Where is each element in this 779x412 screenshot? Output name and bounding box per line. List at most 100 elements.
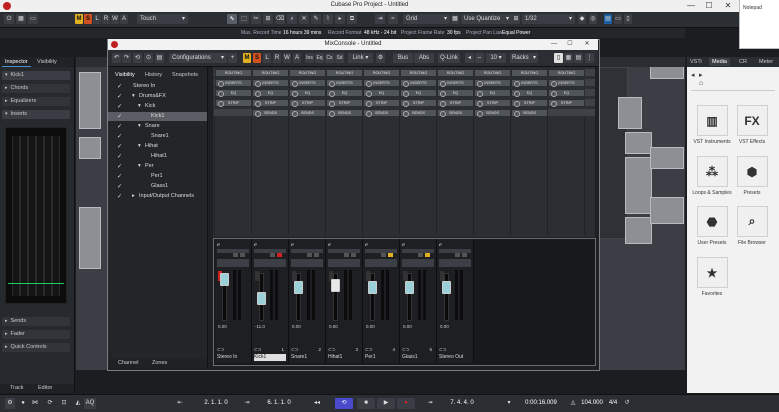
visibility-item[interactable]: ✓ ▸ Input/Output Channels <box>108 192 207 201</box>
rack-slot[interactable]: SENDS <box>363 109 400 117</box>
fader-track[interactable] <box>444 273 449 321</box>
snap-toggle-icon[interactable]: ⇥ <box>375 14 385 24</box>
phase-icon[interactable]: ℯ <box>217 242 249 248</box>
rack-slot[interactable]: INSERTS <box>252 79 289 87</box>
rack-slot[interactable]: SENDS <box>400 109 437 117</box>
maximize-button[interactable]: ☐ <box>701 0 717 12</box>
cs-filter-icon[interactable]: Cs <box>325 53 334 63</box>
media-item-user-presets[interactable]: ⬣ User Presets <box>690 206 734 246</box>
chevron-down-icon[interactable]: ▾ <box>138 102 141 111</box>
activate-automation-button[interactable]: A <box>120 14 128 24</box>
rack-slot[interactable]: INSERTS <box>437 79 474 87</box>
phase-icon[interactable]: ℯ <box>254 242 286 248</box>
add-configuration-icon[interactable]: + <box>228 53 237 63</box>
left-zone-toggle-icon[interactable]: ▯ <box>554 53 563 63</box>
audio-event[interactable] <box>79 207 101 269</box>
channel-name[interactable]: Glass1 <box>402 354 434 361</box>
media-item-loops-samples[interactable]: ⁂ Loops & Samples <box>690 156 734 196</box>
rack-slot[interactable]: INSERTS <box>326 79 363 87</box>
visibility-checkbox[interactable]: ✓ <box>117 153 122 162</box>
channel-strip[interactable]: ℯ 0.00 ⊂⊃ Stereo In <box>215 239 252 363</box>
rack-power-icon[interactable] <box>329 81 335 87</box>
window-layout-icon[interactable]: ▦ <box>16 14 26 24</box>
phase-icon[interactable]: ℯ <box>439 242 471 248</box>
rack-slot[interactable]: EQ <box>252 89 289 97</box>
channel-strip[interactable]: ℯ -11.0 ⊂⊃ 1 Kick1 <box>252 239 289 363</box>
rack-power-icon[interactable] <box>255 101 261 107</box>
audio-connections-icon[interactable]: ◎ <box>589 14 597 24</box>
rack-power-icon[interactable] <box>366 81 372 87</box>
rack-slot[interactable]: STRIP <box>511 99 548 107</box>
visibility-item[interactable]: ✓ Stereo In <box>108 82 207 91</box>
meter-bridge-icon[interactable]: ▦ <box>564 53 573 63</box>
link-button[interactable]: Link ▾ <box>348 53 373 63</box>
inspector-section-chords[interactable]: ▸ Chords <box>2 84 70 93</box>
rack-slot[interactable]: STRIP <box>252 99 289 107</box>
solo-button[interactable] <box>425 253 430 257</box>
left-locator-display[interactable]: 2. 1. 1. 0 <box>195 398 237 409</box>
audio-event[interactable] <box>625 132 652 154</box>
fader-handle[interactable] <box>368 281 377 295</box>
visibility-item[interactable]: ✓ Per1 <box>108 172 207 181</box>
rack-power-icon[interactable] <box>218 91 224 97</box>
prev-channel-icon[interactable]: ◂ <box>465 53 474 63</box>
audio-event[interactable] <box>79 137 101 159</box>
punch-in-icon[interactable]: ⋈ <box>30 398 40 409</box>
visibility-item[interactable]: ✓ ▾ Snare <box>108 122 207 131</box>
split-tool-icon[interactable]: ✂ <box>251 14 261 24</box>
mixconsole-mute-button[interactable]: M <box>243 53 251 63</box>
color-tool-icon[interactable]: ◆ <box>578 14 586 24</box>
tab-mix-snapshots[interactable]: Snapshots <box>172 71 198 79</box>
cycle-record-icon[interactable]: ⟳ <box>45 398 55 409</box>
rack-slot[interactable]: ROUTING <box>215 69 252 77</box>
rack-slot[interactable]: SENDS <box>437 109 474 117</box>
comp-tool-icon[interactable]: ⧉ <box>347 14 357 24</box>
rack-power-icon[interactable] <box>255 111 261 117</box>
rack-slot[interactable]: STRIP <box>289 99 326 107</box>
media-item-vst-effects[interactable]: FX VST Effects <box>730 105 774 145</box>
visibility-checkbox[interactable]: ✓ <box>117 133 122 142</box>
play-tool-icon[interactable]: ▸ <box>335 14 345 24</box>
media-item-favorites[interactable]: ★ Favorites <box>690 257 734 297</box>
phase-icon[interactable]: ℯ <box>328 242 360 248</box>
rack-slot[interactable]: SENDS <box>326 109 363 117</box>
visibility-checkbox[interactable]: ✓ <box>117 103 122 112</box>
right-zone-icon[interactable]: ▯ <box>624 14 632 24</box>
audio-event[interactable] <box>650 197 684 224</box>
undo-icon[interactable]: ↶ <box>112 53 121 63</box>
history-icon[interactable]: ⟲ <box>133 53 142 63</box>
sync-icon[interactable]: ↺ <box>622 398 632 409</box>
rack-power-icon[interactable] <box>292 111 298 117</box>
mute-button[interactable] <box>344 253 349 257</box>
channel-name[interactable]: Stereo Out <box>439 354 471 361</box>
tab-track[interactable]: Track <box>10 385 24 391</box>
glue-tool-icon[interactable]: ⊞ <box>263 14 273 24</box>
rack-power-icon[interactable] <box>292 91 298 97</box>
media-item-file-browser[interactable]: ⌕ File Browser <box>730 206 774 246</box>
rack-power-icon[interactable] <box>366 91 372 97</box>
rack-slot[interactable]: STRIP <box>363 99 400 107</box>
inspector-section-equalizers[interactable]: ▸ Equalizers <box>2 97 70 106</box>
rack-slot[interactable]: ROUTING <box>252 69 289 77</box>
rack-slot[interactable]: ROUTING <box>474 69 511 77</box>
rack-power-icon[interactable] <box>477 91 483 97</box>
rack-slot[interactable]: EQ <box>437 89 474 97</box>
rack-slot[interactable]: EQ <box>511 89 548 97</box>
rack-power-icon[interactable] <box>218 81 224 87</box>
phase-icon[interactable]: ℯ <box>365 242 397 248</box>
grid-settings-icon[interactable]: ▦ <box>451 14 459 24</box>
mute-state-button[interactable]: M <box>75 14 83 24</box>
transport-menu-icon[interactable]: ⚙ <box>5 398 15 409</box>
fader-handle[interactable] <box>220 273 229 286</box>
metronome-icon[interactable]: ◬ <box>568 398 578 409</box>
rack-power-icon[interactable] <box>551 81 557 87</box>
fader-value[interactable]: 0.00 <box>218 324 227 329</box>
record-mode-icon[interactable]: ● <box>18 398 28 409</box>
zones-icon[interactable]: ▤ <box>155 53 164 63</box>
rack-power-icon[interactable] <box>403 111 409 117</box>
rack-slot[interactable]: STRIP <box>215 99 252 107</box>
inspector-toggle-icon[interactable]: ▭ <box>28 14 38 24</box>
fader-value[interactable]: 0.00 <box>292 324 301 329</box>
draw-tool-icon[interactable]: ✎ <box>311 14 321 24</box>
visibility-checkbox[interactable]: ✓ <box>117 93 122 102</box>
